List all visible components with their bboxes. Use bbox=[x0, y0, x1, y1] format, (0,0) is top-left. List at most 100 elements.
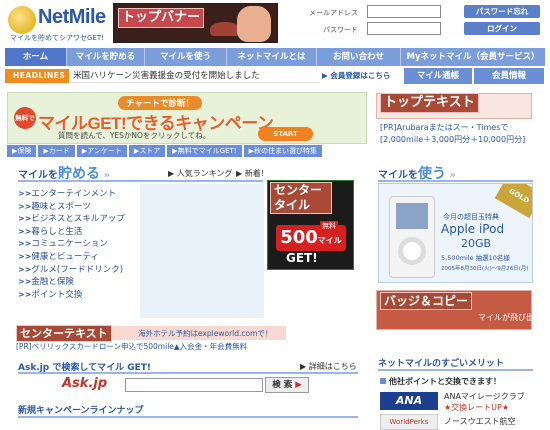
ipod-screen-icon bbox=[396, 203, 428, 229]
category-tabs: ▶保険 ▶カード ▶アンケート ▶ストア ▶無料でマイルGET! ▶秋の住まい選… bbox=[7, 145, 367, 157]
cat-prefix: >> bbox=[18, 239, 32, 249]
logo-tagline: マイルを貯めてシアワセGET! bbox=[10, 34, 104, 42]
logo-icon[interactable] bbox=[8, 6, 36, 34]
password-label: パスワード bbox=[323, 26, 358, 34]
ipod-ad[interactable]: GOLD 今月の超目玉特典 Apple iPod 20GB 5,500mile … bbox=[378, 183, 533, 283]
merit-divider bbox=[378, 369, 533, 371]
tab-card[interactable]: ▶カード bbox=[38, 145, 75, 157]
cat-prefix: >> bbox=[18, 226, 32, 236]
nav-my-netmile[interactable]: Myネットマイル（会員サービス） bbox=[401, 48, 545, 66]
tile-free-label: 無料 bbox=[320, 221, 338, 231]
use-divider bbox=[378, 180, 533, 182]
category-point-exchange[interactable]: >>ポイント交換 bbox=[18, 289, 138, 302]
cat-label: 健康とビューティ bbox=[31, 251, 99, 262]
ad-size: 20GB bbox=[461, 237, 492, 250]
campaign-free-badge: 無料で bbox=[14, 107, 36, 129]
category-business[interactable]: >>ビジネスとスキルアップ bbox=[18, 213, 138, 226]
earn-promo-area[interactable] bbox=[140, 184, 264, 318]
member-info-button[interactable]: 会員情報 bbox=[474, 68, 544, 84]
category-living[interactable]: >>暮らしと生活 bbox=[18, 226, 138, 239]
top-banner[interactable]: トップバナー bbox=[113, 3, 278, 43]
cat-prefix: >> bbox=[18, 264, 32, 274]
new-campaign-divider bbox=[18, 416, 358, 418]
ask-logo: Ask.jp bbox=[62, 376, 108, 391]
tab-store[interactable]: ▶ストア bbox=[128, 145, 166, 157]
cat-prefix: >> bbox=[18, 214, 32, 224]
square-bullet-icon bbox=[380, 378, 386, 384]
mile-statement-button[interactable]: マイル通帳 bbox=[404, 68, 472, 84]
cat-label: エンターテインメント bbox=[31, 189, 117, 199]
cat-label: ポイント交換 bbox=[31, 289, 83, 300]
tab-free-miles[interactable]: ▶無料でマイルGET! bbox=[167, 145, 242, 157]
ipod-image bbox=[389, 196, 435, 278]
new-label: 新着! bbox=[244, 169, 264, 178]
nav-contact[interactable]: お問い合わせ bbox=[317, 48, 401, 66]
login-button[interactable]: ログイン bbox=[464, 22, 540, 35]
cat-prefix: >> bbox=[18, 189, 32, 198]
top-text-line1[interactable]: [PR]Arubaraまたはスー・Timesで bbox=[380, 122, 508, 133]
search-arrow-icon: ▶ bbox=[295, 380, 302, 390]
ipod-wheel-icon bbox=[398, 237, 426, 265]
ranking-link[interactable]: ▶ 人気ランキング bbox=[168, 168, 232, 179]
tile-get-label: GET! bbox=[286, 251, 318, 265]
category-hobby[interactable]: >>趣味とスポーツ bbox=[18, 201, 138, 214]
ask-divider bbox=[18, 372, 358, 374]
merit-subheading-text: 他社ポイントと交換できます！ bbox=[389, 377, 501, 386]
cat-label: グルメ(フードドリンク) bbox=[31, 264, 124, 275]
top-text-line2[interactable]: [2,000mile＋3,000円分＋10,000円分] bbox=[380, 134, 525, 145]
top-banner-label: トップバナー bbox=[118, 8, 205, 28]
ask-search-input[interactable] bbox=[125, 378, 263, 392]
mail-input[interactable] bbox=[367, 5, 441, 18]
category-finance[interactable]: >>金融と保険 bbox=[18, 276, 138, 289]
search-button-label: 検 索 bbox=[272, 380, 293, 390]
center-tile-label: センタータイル bbox=[270, 182, 332, 214]
details-label: 詳細はこちら bbox=[308, 362, 357, 371]
cat-prefix: >> bbox=[18, 251, 32, 261]
worldperks-logo[interactable]: WorldPerks bbox=[380, 414, 438, 430]
main-nav: ホーム マイルを貯める マイルを使う ネットマイルとは お問い合わせ Myネット… bbox=[5, 48, 545, 66]
category-health[interactable]: >>健康とビューティ bbox=[18, 251, 138, 264]
center-text-label: センターテキスト bbox=[16, 325, 112, 342]
ask-search-button[interactable]: 検 索 ▶ bbox=[265, 377, 309, 393]
nav-about[interactable]: ネットマイルとは bbox=[227, 48, 317, 66]
tab-insurance[interactable]: ▶保険 bbox=[7, 145, 37, 157]
northwest-line1[interactable]: ノースウエスト航空 bbox=[444, 416, 516, 427]
campaign-banner[interactable]: チャートで診断！ 無料で マイルGET!できるキャンペーン 質問を読んで、YES… bbox=[7, 92, 367, 144]
category-list: >>エンターテインメント >>趣味とスポーツ >>ビジネスとスキルアップ >>暮… bbox=[18, 188, 138, 301]
ad-title: 今月の超目玉特典 bbox=[443, 213, 499, 221]
tab-survey[interactable]: ▶アンケート bbox=[76, 145, 127, 157]
badge-copy-label: バッジ＆コピー bbox=[380, 292, 473, 310]
center-text-line1[interactable]: 海外ホテル予約はexpleworld.comで！ bbox=[138, 328, 272, 339]
ana-line1[interactable]: ANAマイレージクラブ bbox=[444, 391, 525, 402]
banner-face-image bbox=[237, 6, 271, 42]
ad-detail: 5,500mile 抽選10名様 bbox=[441, 254, 510, 262]
category-gourmet[interactable]: >>グルメ(フードドリンク) bbox=[18, 264, 138, 277]
password-input[interactable] bbox=[367, 22, 441, 35]
forgot-password-button[interactable]: パスワード忘れ bbox=[464, 5, 540, 18]
register-label: 会員登録はこちら bbox=[330, 71, 391, 80]
ad-product: Apple iPod bbox=[441, 222, 505, 236]
category-entertainment[interactable]: >>エンターテインメント bbox=[18, 188, 138, 201]
mail-label: メールアドレス bbox=[309, 9, 358, 17]
site-logo[interactable]: NetMile bbox=[38, 6, 106, 29]
tile-amount: 500 bbox=[280, 227, 318, 248]
nav-use[interactable]: マイルを使う bbox=[145, 48, 227, 66]
nav-home[interactable]: ホーム bbox=[5, 48, 67, 66]
new-campaign-heading: 新規キャンペーンラインナップ bbox=[18, 406, 144, 416]
register-link[interactable]: ▶ 会員登録はこちら bbox=[322, 69, 400, 83]
center-text-line2[interactable]: [PR]ベリリックスカードローン申込で500mile▲入会金・年会費無料 bbox=[16, 341, 247, 352]
cat-label: 趣味とスポーツ bbox=[31, 201, 91, 212]
category-communication[interactable]: >>コミュニケーション bbox=[18, 238, 138, 251]
ana-line2: ★交換レートUP★ bbox=[444, 403, 510, 412]
new-link[interactable]: ▶ 新着! bbox=[236, 168, 264, 179]
ranking-label: 人気ランキング bbox=[176, 169, 233, 178]
tab-autumn-housing[interactable]: ▶秋の住まい選び特集 bbox=[243, 145, 322, 157]
campaign-top-label: チャートで診断！ bbox=[118, 96, 202, 110]
campaign-subtitle: 質問を読んで、YESかNOをクリックしてね。 bbox=[58, 131, 211, 140]
headline-link[interactable]: 米国ハリケーン災害義援金の受付を開始しました bbox=[73, 69, 260, 83]
ana-logo[interactable]: ANA bbox=[380, 392, 438, 410]
nav-earn[interactable]: マイルを貯める bbox=[67, 48, 145, 66]
campaign-start-button[interactable]: START bbox=[258, 127, 313, 141]
details-link[interactable]: ▶ 詳細はこちら bbox=[300, 361, 357, 372]
badge-copy-text: マイルが飛び出す! bbox=[478, 313, 546, 322]
